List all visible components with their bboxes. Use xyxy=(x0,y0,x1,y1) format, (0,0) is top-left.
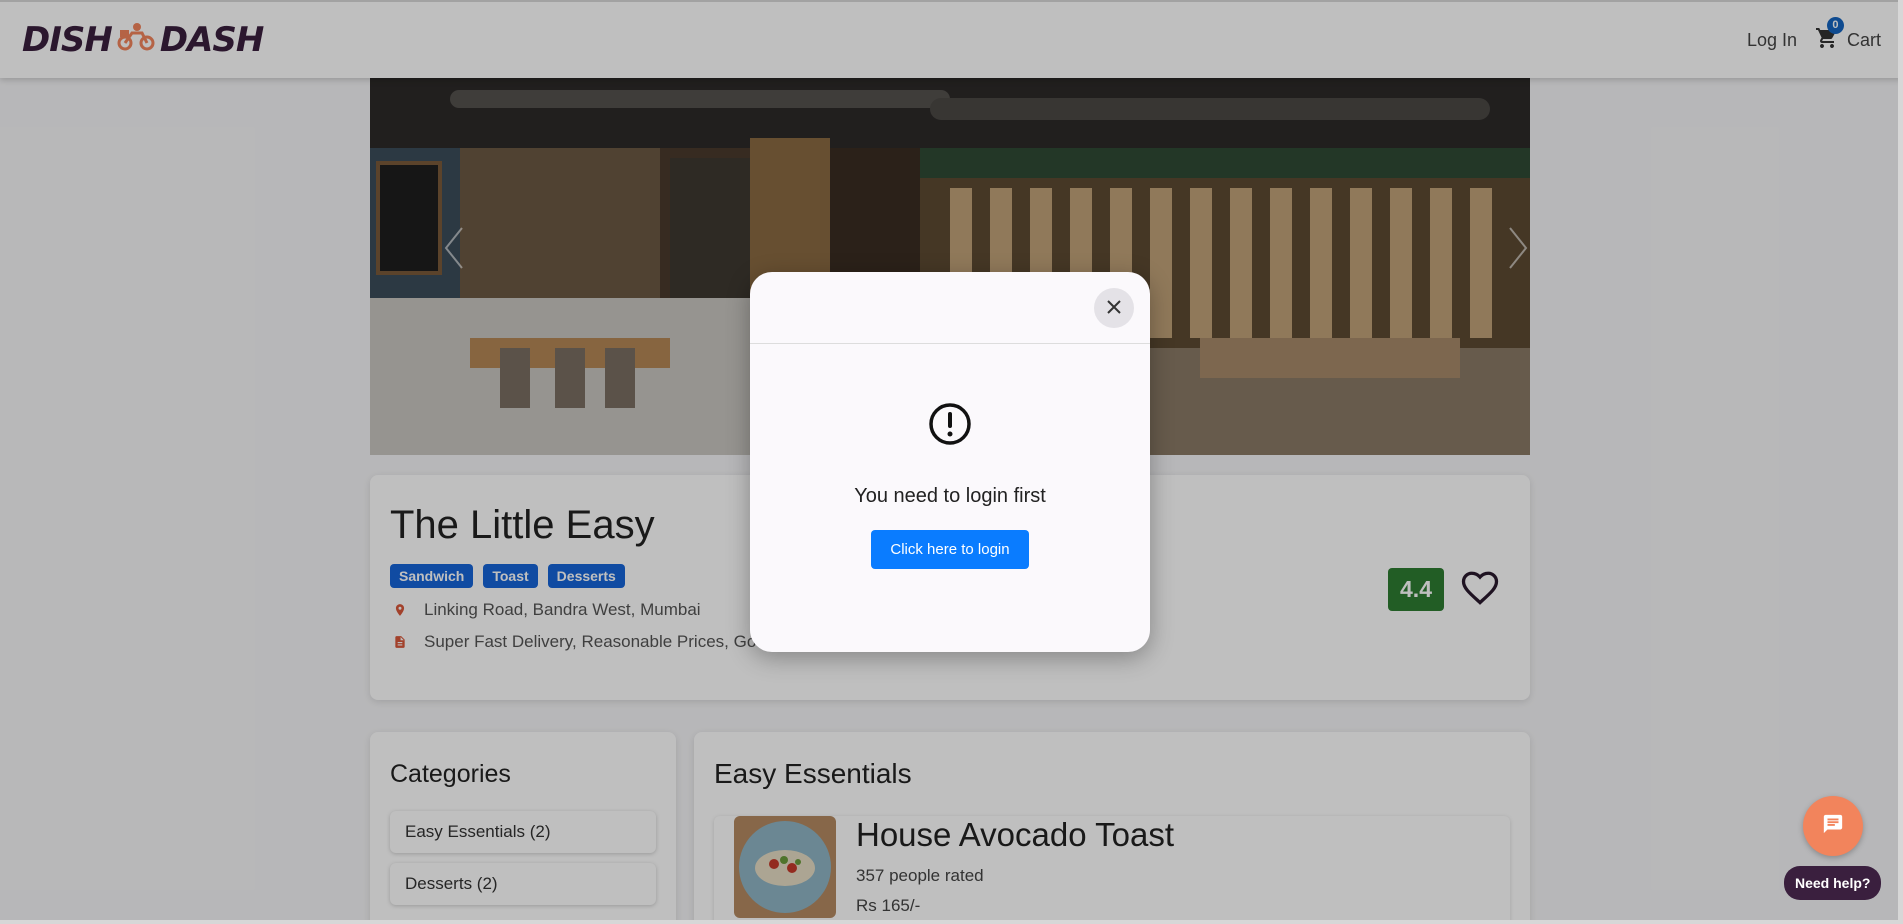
login-button[interactable]: Click here to login xyxy=(871,530,1029,569)
dialog-message: You need to login first xyxy=(854,485,1046,507)
dialog-header xyxy=(750,272,1150,344)
close-icon xyxy=(1106,299,1122,318)
chat-bubble-icon xyxy=(1822,813,1844,840)
exclamation-circle-icon xyxy=(928,402,972,451)
login-required-dialog: You need to login first Click here to lo… xyxy=(750,272,1150,652)
close-button[interactable] xyxy=(1094,288,1134,328)
horizontal-scrollbar[interactable] xyxy=(0,920,1903,924)
need-help-label[interactable]: Need help? xyxy=(1784,866,1882,900)
vertical-scrollbar[interactable] xyxy=(1898,0,1903,924)
chat-button[interactable] xyxy=(1803,796,1863,856)
